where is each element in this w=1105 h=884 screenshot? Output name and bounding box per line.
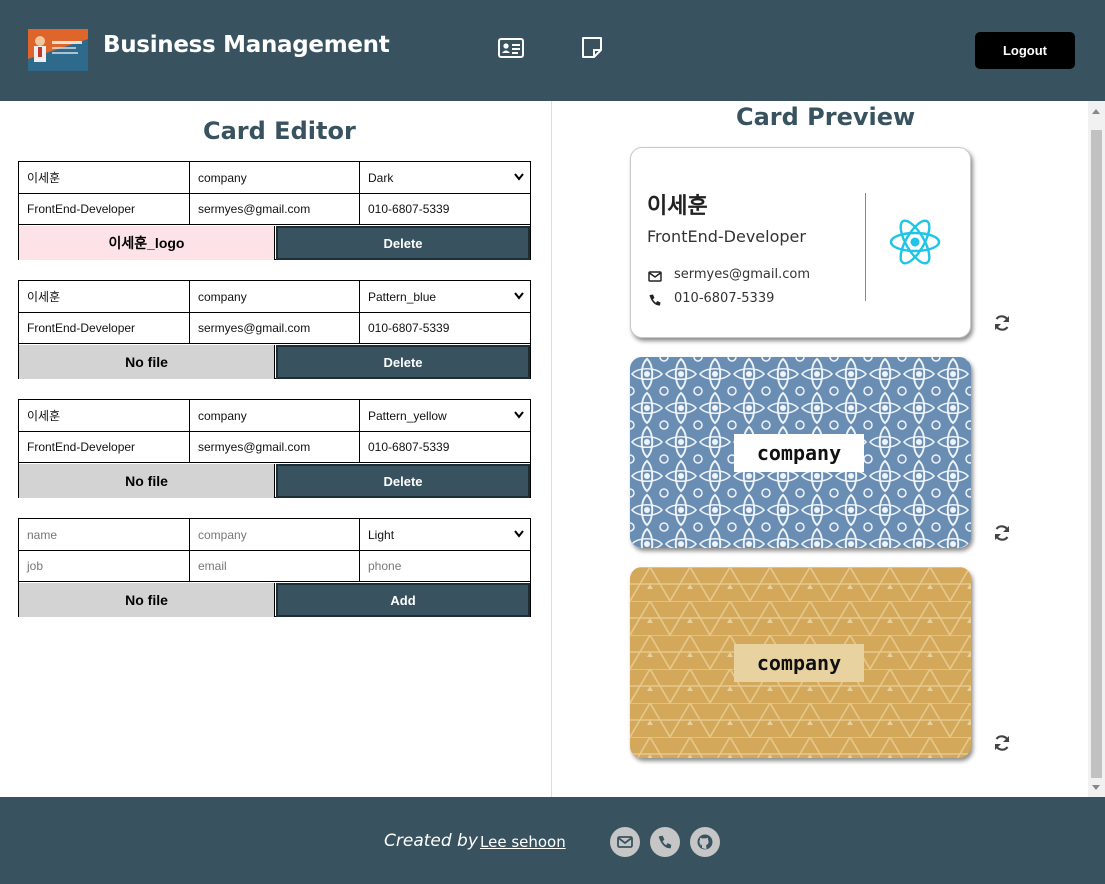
job-input[interactable]: FrontEnd-Developer	[19, 432, 190, 463]
created-by-text: Created by	[384, 831, 478, 851]
file-upload-button[interactable]: No file	[19, 464, 275, 498]
card-form-1: 이세훈 company Dark FrontEnd-Developer serm…	[18, 161, 531, 260]
preview-card-light: 이세훈 FrontEnd-Developer sermyes@gmail.com…	[630, 147, 971, 338]
preview-card-pattern-blue: company	[630, 357, 971, 548]
file-upload-button[interactable]: No file	[19, 583, 275, 617]
refresh-icon[interactable]	[992, 313, 1012, 333]
theme-select-value: Pattern_blue	[368, 289, 437, 304]
panel-divider	[551, 101, 552, 797]
react-logo-icon	[889, 219, 941, 265]
author-link[interactable]: Lee sehoon	[480, 833, 566, 851]
theme-select-value: Dark	[368, 170, 394, 185]
card-email: sermyes@gmail.com	[674, 267, 811, 282]
preview-title: Card Preview	[736, 103, 916, 131]
file-upload-button[interactable]: 이세훈_logo	[19, 226, 275, 260]
phone-input[interactable]: 010-6807-5339	[360, 432, 530, 463]
app-title: Business Management	[103, 32, 390, 58]
phone-icon	[658, 835, 672, 849]
card-company: company	[734, 434, 864, 472]
name-input[interactable]: 이세훈	[19, 400, 190, 432]
app-header: Business Management Logout	[0, 0, 1105, 101]
job-input[interactable]: FrontEnd-Developer	[19, 313, 190, 344]
scroll-up-arrow[interactable]	[1092, 109, 1100, 114]
chevron-down-icon	[514, 530, 524, 538]
card-job: FrontEnd-Developer	[647, 227, 806, 246]
theme-select[interactable]: Pattern_yellow	[360, 400, 530, 432]
email-input[interactable]: sermyes@gmail.com	[190, 194, 360, 225]
theme-select[interactable]: Light	[360, 519, 530, 551]
github-icon	[697, 834, 713, 850]
app-logo	[28, 29, 88, 71]
chevron-down-icon	[514, 411, 524, 419]
card-form-2: 이세훈 company Pattern_blue FrontEnd-Develo…	[18, 280, 531, 379]
preview-card-pattern-yellow: company	[630, 567, 971, 758]
scroll-down-arrow[interactable]	[1092, 785, 1100, 790]
chevron-down-icon	[514, 173, 524, 181]
theme-select[interactable]: Pattern_blue	[360, 281, 530, 313]
id-card-icon[interactable]	[498, 37, 524, 59]
delete-button[interactable]: Delete	[276, 464, 530, 498]
email-input[interactable]: sermyes@gmail.com	[190, 313, 360, 344]
email-input[interactable]: sermyes@gmail.com	[190, 432, 360, 463]
file-upload-button[interactable]: No file	[19, 345, 275, 379]
job-input[interactable]: job	[19, 551, 190, 582]
card-company: company	[734, 644, 864, 682]
email-input[interactable]: email	[190, 551, 360, 582]
company-input[interactable]: company	[190, 519, 360, 551]
card-name: 이세훈	[647, 194, 708, 219]
phone-icon	[649, 294, 661, 306]
company-input[interactable]: company	[190, 400, 360, 432]
theme-select-value: Pattern_yellow	[368, 408, 447, 423]
github-social-button[interactable]	[690, 827, 720, 857]
phone-input[interactable]: 010-6807-5339	[360, 313, 530, 344]
name-input[interactable]: name	[19, 519, 190, 551]
phone-input[interactable]: phone	[360, 551, 530, 582]
sticky-note-icon[interactable]	[580, 37, 606, 59]
phone-social-button[interactable]	[650, 827, 680, 857]
theme-select[interactable]: Dark	[360, 162, 530, 194]
delete-button[interactable]: Delete	[276, 345, 530, 379]
name-input[interactable]: 이세훈	[19, 162, 190, 194]
job-input[interactable]: FrontEnd-Developer	[19, 194, 190, 225]
company-input[interactable]: company	[190, 162, 360, 194]
envelope-icon	[617, 836, 633, 848]
delete-button[interactable]: Delete	[276, 226, 530, 260]
editor-title: Card Editor	[203, 117, 356, 145]
logout-button[interactable]: Logout	[975, 32, 1075, 69]
refresh-icon[interactable]	[992, 733, 1012, 753]
refresh-icon[interactable]	[992, 523, 1012, 543]
chevron-down-icon	[514, 292, 524, 300]
theme-select-value: Light	[368, 527, 395, 542]
name-input[interactable]: 이세훈	[19, 281, 190, 313]
card-separator	[865, 193, 866, 301]
add-card-form: name company Light job email phone No fi…	[18, 518, 531, 617]
phone-input[interactable]: 010-6807-5339	[360, 194, 530, 225]
add-button[interactable]: Add	[276, 583, 530, 617]
envelope-icon	[648, 271, 662, 282]
company-input[interactable]: company	[190, 281, 360, 313]
app-footer: Created by Lee sehoon	[0, 797, 1105, 884]
card-phone: 010-6807-5339	[674, 291, 775, 306]
card-form-3: 이세훈 company Pattern_yellow FrontEnd-Deve…	[18, 399, 531, 498]
scrollbar-thumb[interactable]	[1091, 130, 1102, 778]
email-social-button[interactable]	[610, 827, 640, 857]
